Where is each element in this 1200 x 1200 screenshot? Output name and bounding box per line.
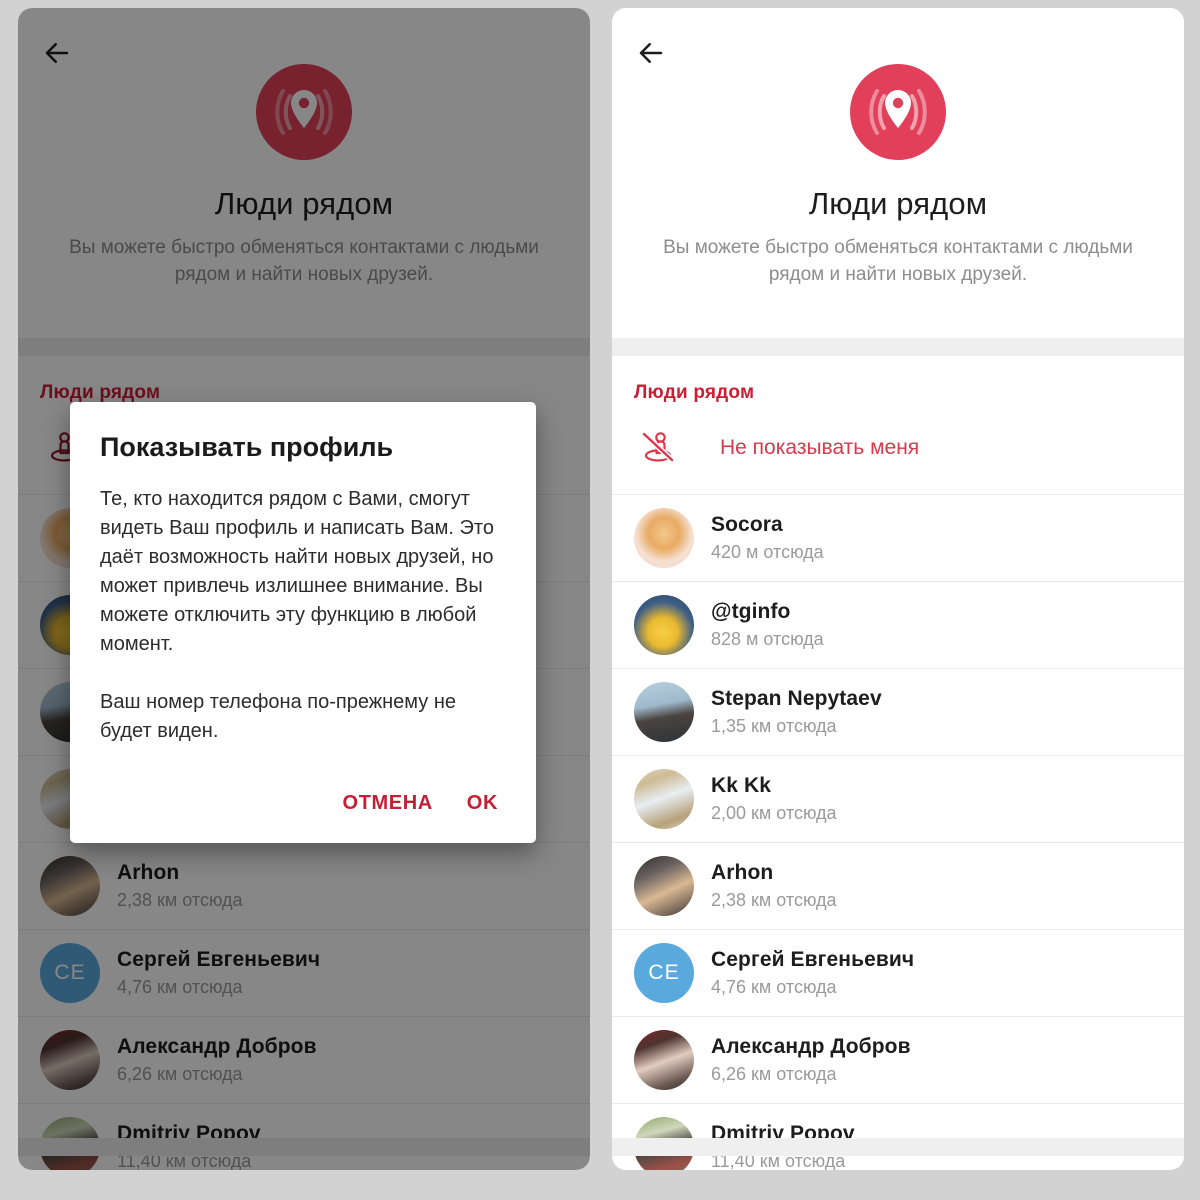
dialog-body: Те, кто находится рядом с Вами, смогут в… <box>100 488 494 742</box>
list-item-name: Александр Добров <box>711 1035 911 1058</box>
list-item-name: @tginfo <box>711 600 791 623</box>
list-item-distance: 1,35 км отсюда <box>711 716 837 736</box>
list-item-distance: 2,38 км отсюда <box>117 890 243 910</box>
list-item-distance: 420 м отсюда <box>711 542 824 562</box>
dialog-title: Показывать профиль <box>100 432 394 462</box>
list-item-name: Arhon <box>117 861 180 884</box>
avatar <box>634 856 694 916</box>
list-item-name: Arhon <box>711 861 774 884</box>
person-location-off-icon <box>634 424 682 472</box>
list-item-meta: Сергей Евгеньевич 4,76 км отсюда <box>711 948 914 998</box>
ok-button[interactable]: OK <box>467 792 498 815</box>
list-item[interactable]: @tginfo 828 м отсюда <box>612 581 1184 668</box>
cancel-button[interactable]: ОТМЕНА <box>343 792 433 815</box>
left-panel-dialog-open: Люди рядом Вы можете быстро обменяться к… <box>18 8 590 1170</box>
list-item[interactable]: Александр Добров 6,26 км отсюда <box>18 1016 590 1103</box>
list-item-distance: 6,26 км отсюда <box>711 1064 837 1084</box>
people-nearby-icon <box>850 64 946 160</box>
visibility-toggle-label-right: Не показывать меня <box>720 436 920 459</box>
avatar <box>40 1030 100 1090</box>
avatar: СЕ <box>634 943 694 1003</box>
list-item[interactable]: Stepan Nepytaev 1,35 км отсюда <box>612 668 1184 755</box>
list-item[interactable]: Kk Kk 2,00 км отсюда <box>612 755 1184 842</box>
show-profile-dialog: Показывать профиль Те, кто находится ряд… <box>70 402 536 843</box>
list-item-name: Сергей Евгеньевич <box>117 948 321 971</box>
avatar: СЕ <box>40 943 100 1003</box>
person-location-off-glyph <box>641 431 675 463</box>
avatar-initials: СЕ <box>54 961 86 984</box>
list-item-name: Socora <box>711 513 783 536</box>
bottom-band-left <box>18 1138 590 1156</box>
page-subtitle: Вы можете быстро обменяться контактами с… <box>69 237 539 285</box>
list-item-distance: 828 м отсюда <box>711 629 824 649</box>
list-item[interactable]: Dmitriy Popov 11,40 км отсюда <box>612 1103 1184 1170</box>
list-item-meta: Александр Добров 6,26 км отсюда <box>711 1035 911 1085</box>
avatar <box>634 508 694 568</box>
header-card-left: Люди рядом Вы можете быстро обменяться к… <box>18 8 590 338</box>
section-title-left: Люди рядом <box>40 382 161 403</box>
list-item-name: Александр Добров <box>117 1035 317 1058</box>
hero-icon-wrap-right <box>612 8 1184 160</box>
list-item-meta: Stepan Nepytaev 1,35 км отсюда <box>711 687 882 737</box>
page-title: Люди рядом <box>214 186 394 221</box>
hero-icon-wrap-left <box>18 8 590 160</box>
list-item[interactable]: СЕ Сергей Евгеньевич 4,76 км отсюда <box>18 929 590 1016</box>
people-list-section-right: Люди рядом Не показывать меня Socora 420 … <box>612 356 1184 1170</box>
list-item-distance: 2,38 км отсюда <box>711 890 837 910</box>
location-pin-waves-icon <box>869 89 927 135</box>
visibility-toggle-row-right[interactable]: Не показывать меня <box>612 404 1184 494</box>
list-item-meta: Сергей Евгеньевич 4,76 км отсюда <box>117 948 320 998</box>
people-rows-right: Socora 420 м отсюда @tginfo 828 м отсюда Ste… <box>612 494 1184 1170</box>
list-item[interactable]: Dmitriy Popov 11,40 км отсюда <box>18 1103 590 1170</box>
back-button[interactable] <box>34 30 80 76</box>
bottom-band-right <box>612 1138 1184 1156</box>
list-item[interactable]: Arhon 2,38 км отсюда <box>18 842 590 929</box>
list-item-name: Kk Kk <box>711 774 772 797</box>
list-item-name: Stepan Nepytaev <box>711 687 882 710</box>
people-nearby-icon <box>256 64 352 160</box>
avatar-initials: СЕ <box>648 961 680 984</box>
list-item[interactable]: Arhon 2,38 км отсюда <box>612 842 1184 929</box>
section-title-right: Люди рядом <box>634 382 755 403</box>
list-item[interactable]: Александр Добров 6,26 км отсюда <box>612 1016 1184 1103</box>
avatar <box>634 595 694 655</box>
section-divider-band-right <box>612 338 1184 356</box>
dialog-actions: ОТМЕНА OK <box>100 792 506 831</box>
location-pin-waves-icon <box>275 89 333 135</box>
list-item-distance: 6,26 км отсюда <box>117 1064 243 1084</box>
list-item-distance: 4,76 км отсюда <box>117 977 243 997</box>
list-item-meta: Kk Kk 2,00 км отсюда <box>711 774 837 824</box>
back-arrow-icon <box>45 43 69 63</box>
list-item-meta: Socora 420 м отсюда <box>711 513 824 563</box>
back-arrow-icon <box>639 43 663 63</box>
list-item-name: Сергей Евгеньевич <box>711 948 915 971</box>
list-item[interactable]: СЕ Сергей Евгеньевич 4,76 км отсюда <box>612 929 1184 1016</box>
list-item-meta: Arhon 2,38 км отсюда <box>711 861 837 911</box>
list-item-meta: @tginfo 828 м отсюда <box>711 600 824 650</box>
section-divider-band-left <box>18 338 590 356</box>
list-item-distance: 2,00 км отсюда <box>711 803 837 823</box>
list-item-meta: Arhon 2,38 км отсюда <box>117 861 243 911</box>
header-card-right: Люди рядом Вы можете быстро обменяться к… <box>612 8 1184 338</box>
back-button-right[interactable] <box>628 30 674 76</box>
list-item[interactable]: Socora 420 м отсюда <box>612 494 1184 581</box>
avatar <box>634 682 694 742</box>
right-panel-after-confirm: Люди рядом Вы можете быстро обменяться к… <box>612 8 1184 1170</box>
list-item-meta: Александр Добров 6,26 км отсюда <box>117 1035 317 1085</box>
page-title: Люди рядом <box>808 186 988 221</box>
avatar <box>634 769 694 829</box>
screenshot-stage: Люди рядом Вы можете быстро обменяться к… <box>0 0 1200 1200</box>
page-subtitle: Вы можете быстро обменяться контактами с… <box>663 237 1133 285</box>
list-item-distance: 4,76 км отсюда <box>711 977 837 997</box>
avatar <box>40 856 100 916</box>
avatar <box>634 1030 694 1090</box>
